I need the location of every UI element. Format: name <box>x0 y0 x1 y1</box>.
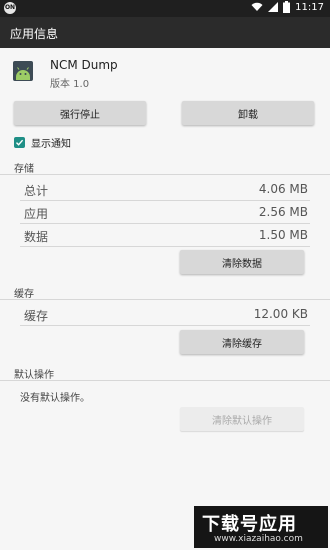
battery-icon <box>283 1 291 13</box>
signal-icon <box>268 2 279 12</box>
no-defaults-text: 没有默认操作。 <box>20 393 90 404</box>
uninstall-button[interactable]: 卸载 <box>182 101 314 125</box>
storage-row-app-value: 2.56 MB <box>258 205 308 219</box>
divider <box>20 325 310 326</box>
checkmark-icon <box>16 139 24 146</box>
storage-row-total-label: 总计 <box>24 184 49 198</box>
watermark-title: 下载号应用 <box>202 514 297 535</box>
show-notifications-row[interactable]: 显示通知 <box>14 135 71 150</box>
cache-section-title: 缓存 <box>14 289 34 300</box>
clock: 11:17 <box>295 1 324 13</box>
wifi-icon <box>251 2 263 11</box>
notification-badge-icon: ON <box>4 2 16 14</box>
force-stop-button[interactable]: 强行停止 <box>14 101 146 125</box>
storage-row-total-value: 4.06 MB <box>258 182 308 196</box>
watermark-url: www.xiazaihao.com <box>214 534 303 544</box>
divider <box>20 223 310 224</box>
storage-row-data-label: 数据 <box>24 230 49 244</box>
android-icon <box>13 61 33 81</box>
clear-defaults-button[interactable]: 清除默认操作 <box>180 407 304 431</box>
page-title: 应用信息 <box>10 27 59 41</box>
divider <box>0 299 330 300</box>
divider <box>0 174 330 175</box>
app-name: NCM Dump <box>50 58 118 72</box>
divider <box>20 200 310 201</box>
app-version: 版本 1.0 <box>50 79 90 90</box>
clear-data-button[interactable]: 清除数据 <box>180 250 304 274</box>
clear-cache-button[interactable]: 清除缓存 <box>180 330 304 354</box>
notifications-label: 显示通知 <box>31 138 71 150</box>
storage-row-app-label: 应用 <box>24 207 49 221</box>
app-bar: 应用信息 <box>0 17 330 48</box>
notifications-checkbox[interactable] <box>14 136 25 148</box>
status-bar: ON 11:17 <box>0 0 330 17</box>
status-icons: 11:17 <box>251 1 324 13</box>
app-header: NCM Dump 版本 1.0 <box>0 48 330 92</box>
cache-row-value: 12.00 KB <box>253 307 308 321</box>
divider <box>0 380 330 381</box>
storage-section-title: 存储 <box>14 164 34 175</box>
divider <box>20 246 310 247</box>
cache-row-label: 缓存 <box>24 309 49 323</box>
storage-row-data-value: 1.50 MB <box>258 228 308 242</box>
defaults-section-title: 默认操作 <box>14 370 54 381</box>
watermark-logo: 下载号应用 www.xiazaihao.com <box>194 506 328 548</box>
